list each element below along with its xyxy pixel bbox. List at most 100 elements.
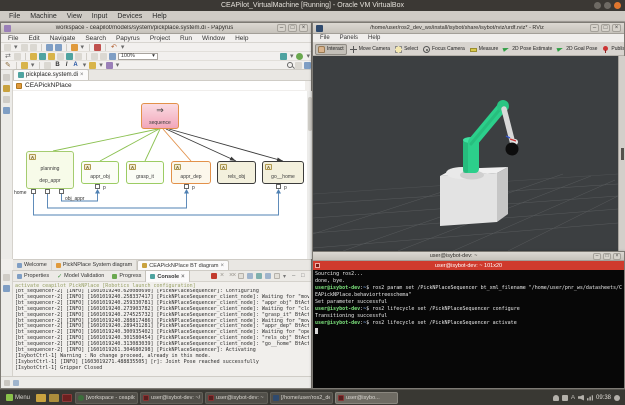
remove-launch-icon[interactable] <box>220 273 226 279</box>
fill-color-icon[interactable] <box>89 62 96 69</box>
port-home[interactable] <box>31 189 36 194</box>
run-icon[interactable] <box>296 53 303 60</box>
dropdown-icon[interactable]: ▾ <box>289 53 295 60</box>
italic-button[interactable]: I <box>64 62 70 68</box>
network-icon[interactable] <box>587 395 593 401</box>
validate-icon[interactable] <box>94 44 101 51</box>
taskbar-window-button[interactable]: [workspace - ceapilo... <box>75 392 138 404</box>
marquee-icon[interactable] <box>14 53 21 60</box>
menu-item-project[interactable]: Project <box>145 35 175 42</box>
maximize-icon[interactable] <box>301 273 307 279</box>
taskbar-window-button[interactable]: user@isybot-dev: ~ <box>205 392 268 404</box>
maximize-icon[interactable] <box>603 253 611 260</box>
minimize-icon[interactable] <box>593 253 601 260</box>
rviz-3d-viewport[interactable] <box>313 56 618 251</box>
port-dep-appr[interactable] <box>45 189 50 194</box>
taskbar-window-button[interactable]: [/home/user/ros2_de... <box>270 392 333 404</box>
close-icon[interactable] <box>299 24 308 32</box>
terminate-icon[interactable] <box>211 273 217 279</box>
close-icon[interactable] <box>181 274 185 280</box>
style-icon[interactable] <box>21 62 28 69</box>
menu-item-file[interactable]: File <box>3 35 23 42</box>
volume-icon[interactable] <box>578 395 584 401</box>
font-color-button[interactable]: A <box>71 62 79 68</box>
save-icon[interactable] <box>21 44 28 51</box>
terminal-titlebar[interactable]: user@isybot-dev: ~ <box>313 252 624 261</box>
dropdown-icon[interactable]: ▾ <box>82 62 88 69</box>
tool-interact[interactable]: Interact <box>315 44 347 55</box>
folder-icon[interactable] <box>49 394 59 402</box>
terminal-output[interactable]: Sourcing ros2...done, bye.user@isybot-de… <box>313 270 624 388</box>
menu-item-search[interactable]: Search <box>80 35 111 42</box>
dropdown-icon[interactable]: ▾ <box>305 53 311 60</box>
print-icon[interactable] <box>46 44 53 51</box>
menu-item-run[interactable]: Run <box>175 35 197 42</box>
dropdown-icon[interactable]: ▾ <box>120 44 126 51</box>
bt-diagram-canvas[interactable]: ⇒ sequence A planning dep_appr A appr_ob… <box>13 91 307 259</box>
tab-bt-diagram[interactable]: CEAPickNPlace BT diagram <box>137 260 229 270</box>
tab-progress[interactable]: Progress <box>108 270 145 282</box>
maximize-icon[interactable] <box>604 2 611 9</box>
display-selected-console-icon[interactable] <box>274 273 280 279</box>
close-icon[interactable] <box>221 263 225 269</box>
close-icon[interactable] <box>613 253 621 260</box>
minimize-icon[interactable] <box>594 2 601 9</box>
dropdown-icon[interactable]: ▾ <box>13 44 19 51</box>
menu-item-edit[interactable]: Edit <box>23 35 44 42</box>
clear-console-icon[interactable] <box>238 273 244 279</box>
tool-focus-camera[interactable]: Focus Camera <box>421 45 467 54</box>
displays-panel-splitter[interactable] <box>618 56 625 251</box>
applications-menu-button[interactable]: Menu <box>3 393 33 402</box>
port-p-appr-dep[interactable] <box>184 184 189 189</box>
zoom-level-select[interactable]: 100% ▾ <box>118 53 158 60</box>
align-icon[interactable] <box>30 53 37 60</box>
port-p-appr-obj[interactable] <box>95 184 100 189</box>
tool-measure[interactable]: Measure <box>468 45 500 53</box>
tool-2d-pose-estimate[interactable]: 2D Pose Estimate <box>501 45 554 54</box>
close-icon[interactable] <box>612 24 621 32</box>
font-icon[interactable] <box>44 62 51 69</box>
open-perspective-icon[interactable] <box>304 62 311 69</box>
minimize-icon[interactable] <box>292 273 298 279</box>
search-icon[interactable] <box>287 62 293 68</box>
undo-icon[interactable]: ↶ <box>110 44 118 51</box>
menu-item-devices[interactable]: Devices <box>112 13 147 20</box>
taskbar-window-button[interactable]: user@isybo... <box>335 392 398 404</box>
tab-welcome[interactable]: Welcome <box>13 260 52 270</box>
new-file-icon[interactable] <box>4 44 11 51</box>
user-account-icon[interactable] <box>553 395 559 401</box>
new-model-icon[interactable] <box>71 44 78 51</box>
model-explorer-icon[interactable] <box>3 107 10 114</box>
tool-publish-point[interactable]: Publish Point <box>600 45 624 54</box>
dropdown-icon[interactable]: ▾ <box>115 62 121 69</box>
maximize-icon[interactable] <box>601 24 610 32</box>
port-obj-appr[interactable] <box>59 189 64 194</box>
bt-node-planning[interactable]: A planning dep_appr <box>26 151 74 189</box>
menu-item-papyrus[interactable]: Papyrus <box>111 35 145 42</box>
zoom-fit-icon[interactable] <box>100 53 107 60</box>
minimize-icon[interactable] <box>277 24 286 32</box>
tool-2d-goal-pose[interactable]: 2D Goal Pose <box>555 45 599 54</box>
import-icon[interactable] <box>280 53 287 60</box>
select-arrow-icon[interactable]: ⇄ <box>4 53 12 60</box>
grid-icon[interactable] <box>109 53 116 60</box>
bold-button[interactable]: B <box>53 62 61 68</box>
minimize-icon[interactable] <box>590 24 599 32</box>
bt-node-appr-obj[interactable]: A appr_obj <box>81 161 119 184</box>
menu-item-file[interactable]: File <box>4 13 25 20</box>
clock[interactable]: 09:38 <box>596 395 611 401</box>
zoom-out-icon[interactable] <box>91 53 98 60</box>
rviz-titlebar[interactable]: /home/user/ros2_dev_ws/install/isybot/sh… <box>313 23 624 34</box>
menu-item-input[interactable]: Input <box>87 13 113 20</box>
screen-session-titlebar[interactable]: user@isybot-dev: ~ 101x20 <box>313 261 624 270</box>
export-icon[interactable] <box>55 44 62 51</box>
menu-item-help[interactable]: Help <box>147 13 171 20</box>
restore-panel-icon[interactable] <box>3 274 10 281</box>
menu-item-machine[interactable]: Machine <box>25 13 61 20</box>
tool-select[interactable]: Select <box>393 45 420 54</box>
outline-icon[interactable] <box>3 85 10 92</box>
pin-console-icon[interactable] <box>265 273 271 279</box>
menu-item-view[interactable]: View <box>62 13 87 20</box>
scroll-lock-icon[interactable] <box>247 273 253 279</box>
close-icon[interactable] <box>614 2 621 9</box>
